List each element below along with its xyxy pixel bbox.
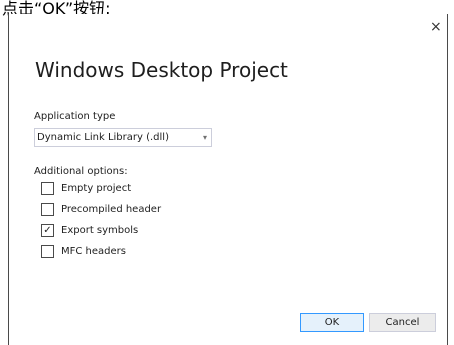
application-type-value: Dynamic Link Library (.dll) — [37, 132, 169, 143]
option-label: Export symbols — [61, 225, 139, 236]
application-type-label: Application type — [34, 111, 116, 122]
option-label: Precompiled header — [61, 204, 162, 215]
checkbox[interactable] — [41, 203, 54, 216]
chevron-down-icon: ▾ — [202, 133, 207, 142]
checkbox[interactable] — [41, 245, 54, 258]
checkmark-icon: ✓ — [43, 225, 52, 236]
additional-options-label: Additional options: — [34, 166, 128, 177]
option-label: Empty project — [61, 183, 132, 194]
checkbox-checked[interactable]: ✓ — [41, 224, 54, 237]
option-label: MFC headers — [61, 246, 126, 257]
close-icon[interactable]: × — [430, 20, 442, 34]
dialog-title: Windows Desktop Project — [35, 58, 288, 82]
cancel-button[interactable]: Cancel — [369, 313, 436, 332]
checkbox[interactable] — [41, 182, 54, 195]
application-type-dropdown[interactable]: Dynamic Link Library (.dll) ▾ — [34, 128, 212, 147]
ok-button[interactable]: OK — [300, 313, 364, 332]
